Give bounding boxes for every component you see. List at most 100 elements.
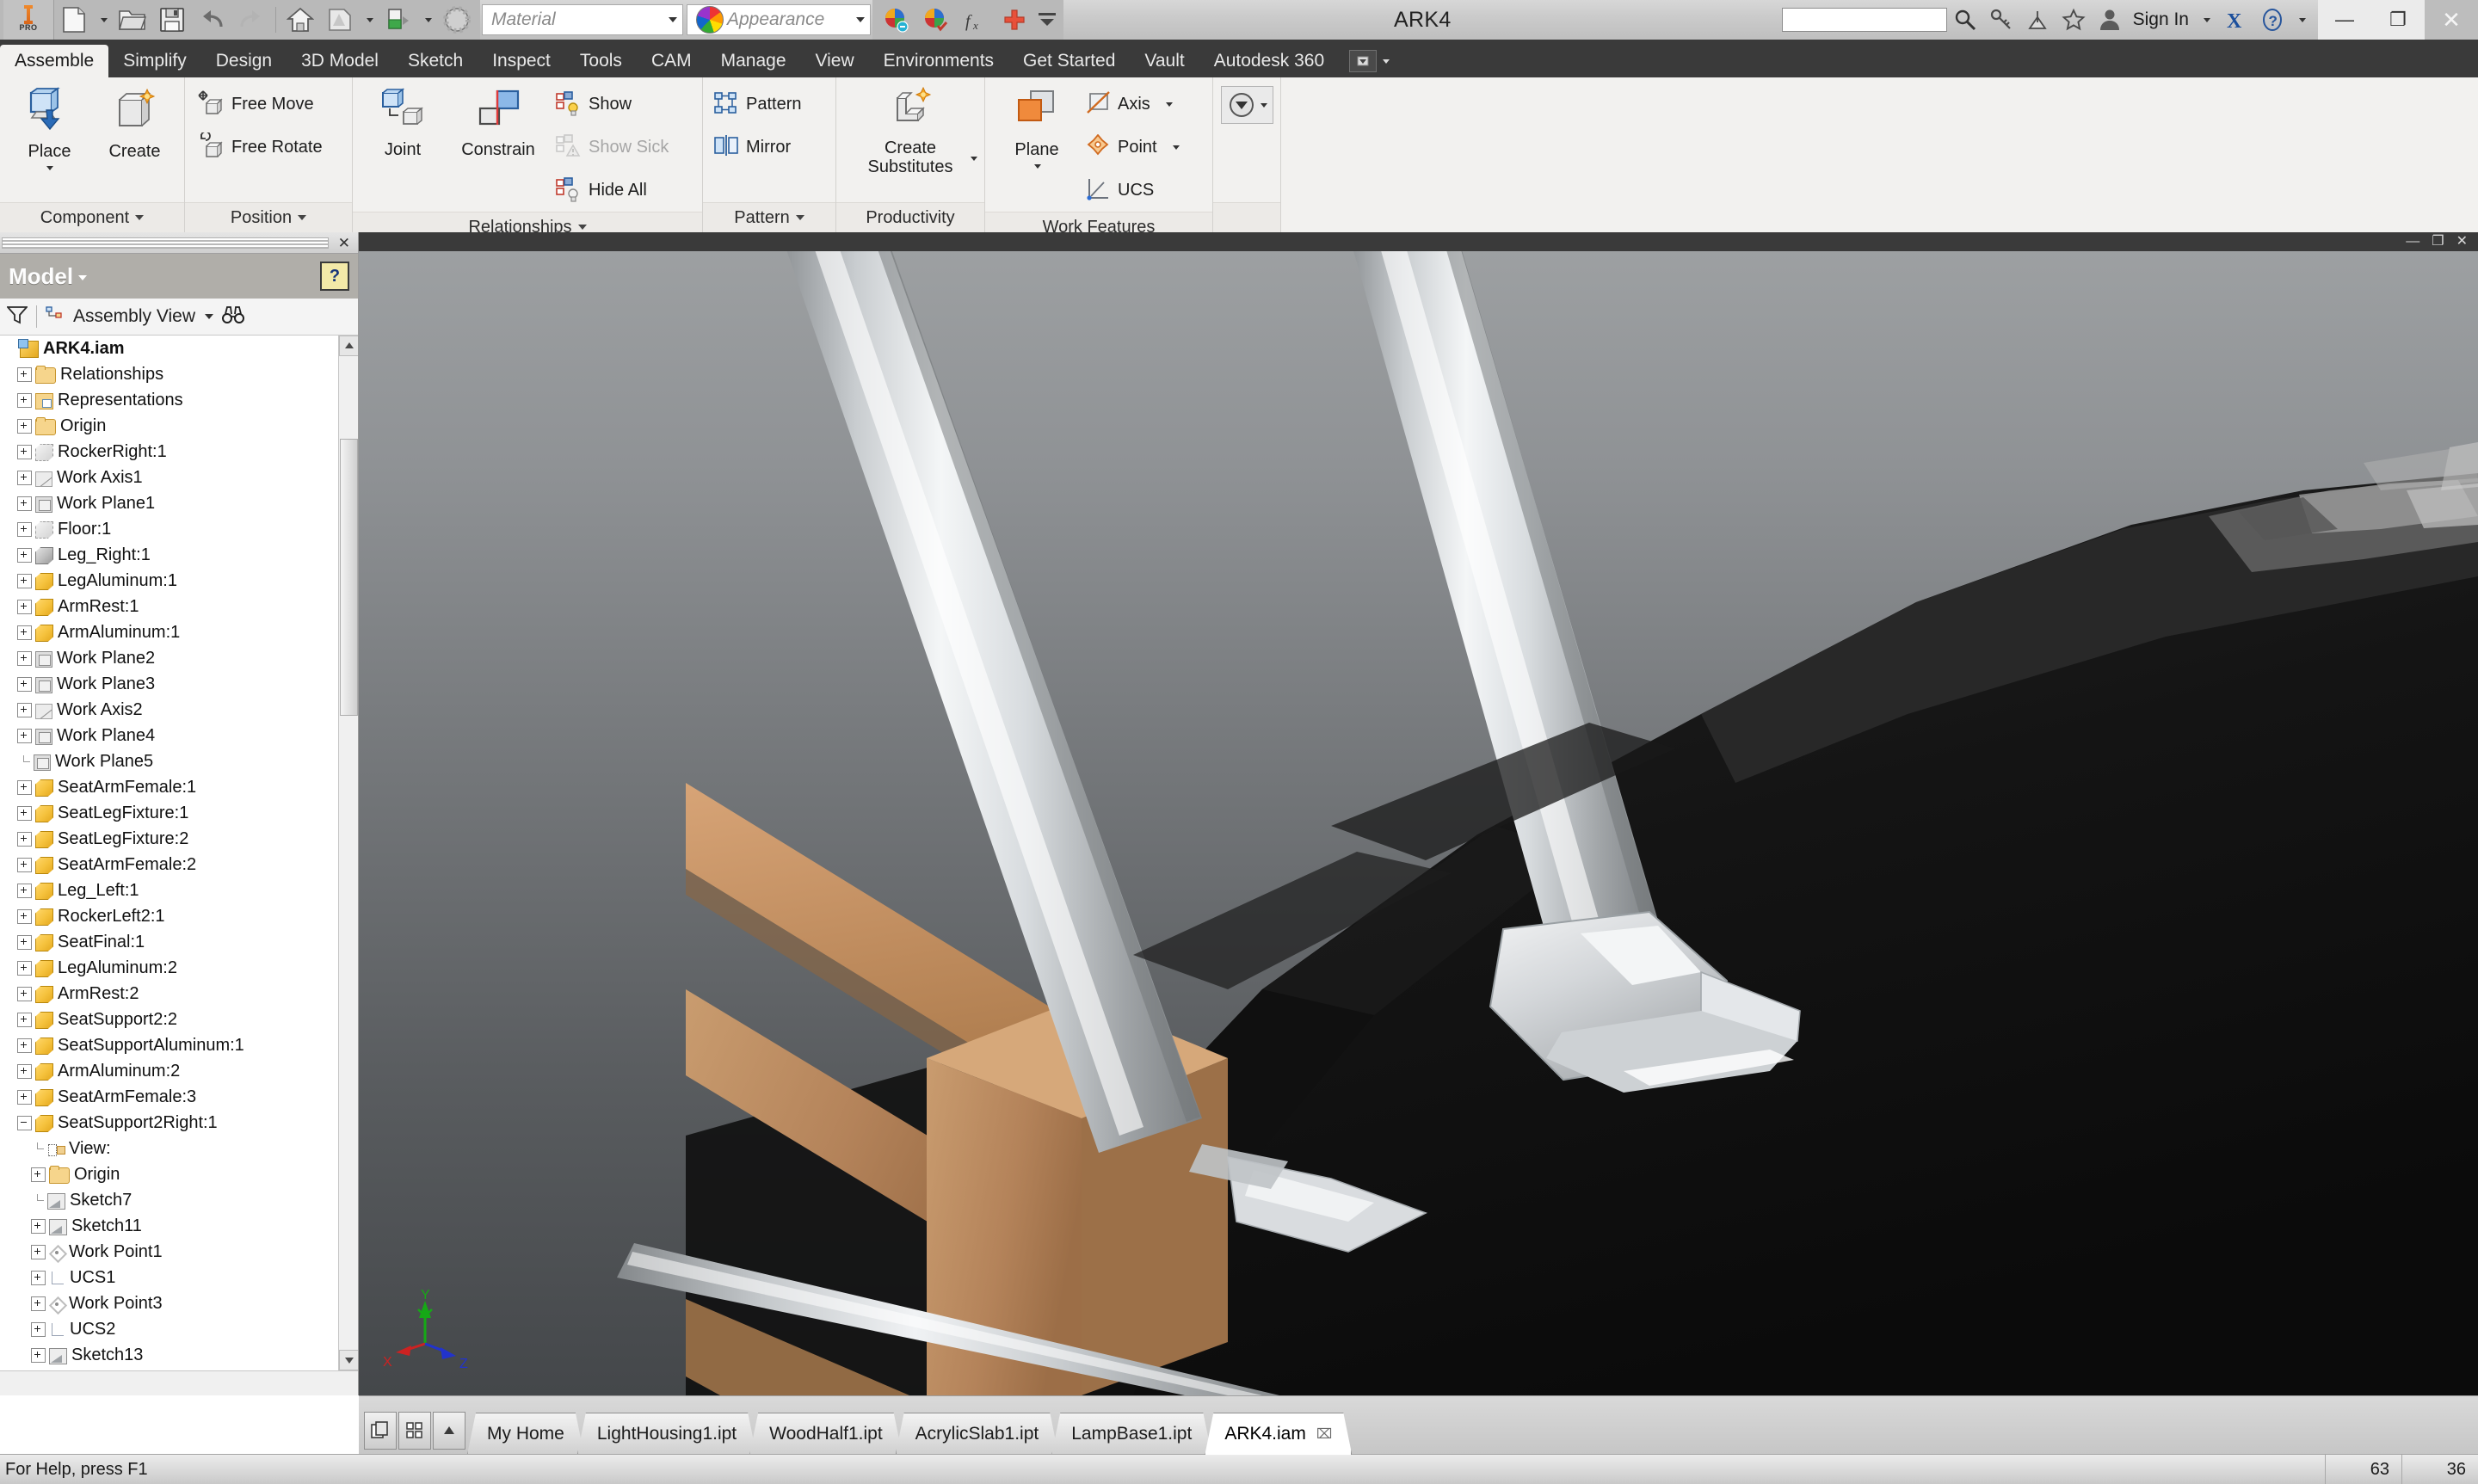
- point-button[interactable]: Point: [1082, 126, 1195, 169]
- expand-icon[interactable]: [17, 392, 32, 408]
- save-icon[interactable]: [152, 3, 192, 37]
- plane-button[interactable]: Plane: [992, 83, 1082, 172]
- tree-item[interactable]: Sketch7: [0, 1187, 358, 1213]
- filter-icon[interactable]: [5, 305, 29, 329]
- tree-item[interactable]: Work Point3: [0, 1290, 358, 1316]
- ribbon-tab-sketch[interactable]: Sketch: [393, 45, 478, 77]
- create-component-button[interactable]: Create: [92, 83, 177, 164]
- key-icon[interactable]: [1983, 1, 2019, 39]
- tree-item[interactable]: RockerLeft2:1: [0, 903, 358, 929]
- tree-item[interactable]: SeatFinal:1: [0, 929, 358, 955]
- user-account-icon[interactable]: [2092, 1, 2128, 39]
- place-component-button[interactable]: Place: [7, 83, 92, 174]
- expand-icon[interactable]: [17, 470, 32, 485]
- tree-item[interactable]: Sketch14: [0, 1368, 358, 1370]
- expand-icon[interactable]: [17, 1089, 32, 1105]
- scroll-down-arrow-icon[interactable]: [339, 1350, 358, 1370]
- expand-icon[interactable]: [17, 805, 32, 821]
- ribbon-tab-autodesk-360[interactable]: Autodesk 360: [1199, 45, 1339, 77]
- scroll-up-arrow-icon[interactable]: [339, 336, 358, 356]
- ribbon-tab-overflow[interactable]: [1339, 45, 1400, 77]
- document-tab-woodhalf1-ipt[interactable]: WoodHalf1.ipt: [749, 1413, 903, 1455]
- tree-vertical-scrollbar[interactable]: [338, 336, 358, 1370]
- ribbon-tab-manage[interactable]: Manage: [706, 45, 801, 77]
- tree-item[interactable]: Work Plane1: [0, 490, 358, 516]
- search-icon[interactable]: [1947, 1, 1983, 39]
- tree-item[interactable]: Origin: [0, 1161, 358, 1187]
- show-sick-button[interactable]: Show Sick: [551, 126, 690, 169]
- panel-title-position[interactable]: Position: [185, 202, 352, 232]
- expand-icon[interactable]: [31, 1244, 46, 1259]
- fx-icon[interactable]: fx: [955, 3, 995, 37]
- appearance-combo[interactable]: Appearance: [687, 4, 871, 35]
- create-substitutes-button[interactable]: Create Substitutes: [843, 83, 977, 180]
- redo-icon[interactable]: [231, 3, 271, 37]
- free-rotate-button[interactable]: Free Rotate: [192, 126, 331, 169]
- update-dropdown[interactable]: [418, 3, 437, 37]
- tile-windows-icon[interactable]: [364, 1412, 397, 1450]
- expand-icon[interactable]: [17, 573, 32, 588]
- tree-item[interactable]: SeatArmFemale:1: [0, 774, 358, 800]
- pattern-button[interactable]: Pattern: [710, 83, 823, 126]
- axis-button[interactable]: Axis: [1082, 83, 1195, 126]
- expand-icon[interactable]: [17, 934, 32, 950]
- hide-all-button[interactable]: Hide All: [551, 169, 690, 212]
- browser-drag-grip[interactable]: [2, 237, 329, 249]
- tree-item[interactable]: Relationships: [0, 361, 358, 387]
- graphics-viewport[interactable]: — ❐ ✕ Y X Z: [359, 232, 2478, 1395]
- expand-icon[interactable]: [17, 857, 32, 872]
- expand-icon[interactable]: [17, 1038, 32, 1053]
- ucs-button[interactable]: UCS: [1082, 169, 1195, 212]
- expand-icon[interactable]: [17, 418, 32, 434]
- document-tab-lampbase1-ipt[interactable]: LampBase1.ipt: [1051, 1413, 1211, 1455]
- expand-icon[interactable]: [17, 986, 32, 1001]
- expand-icon[interactable]: [17, 883, 32, 898]
- tree-item[interactable]: Work Plane4: [0, 723, 358, 748]
- tree-item[interactable]: Leg_Left:1: [0, 877, 358, 903]
- update-icon[interactable]: [379, 3, 418, 37]
- chevron-down-icon[interactable]: [78, 275, 88, 280]
- expand-icon[interactable]: [17, 1012, 32, 1027]
- undo-icon[interactable]: [192, 3, 231, 37]
- tree-item[interactable]: SeatSupportAluminum:1: [0, 1032, 358, 1058]
- ribbon-tab-simplify[interactable]: Simplify: [108, 45, 201, 77]
- expand-icon[interactable]: [31, 1347, 46, 1363]
- tree-item[interactable]: Work Axis2: [0, 697, 358, 723]
- tree-item[interactable]: SeatSupport2Right:1: [0, 1110, 358, 1136]
- restore-button[interactable]: ❐: [2371, 0, 2425, 40]
- browser-view-mode-label[interactable]: Assembly View: [73, 306, 195, 327]
- binoculars-icon[interactable]: [222, 305, 244, 329]
- sign-in-button[interactable]: Sign In: [2128, 9, 2194, 30]
- tree-item[interactable]: SeatArmFemale:3: [0, 1084, 358, 1110]
- tree-horizontal-scrollbar[interactable]: [0, 1370, 358, 1395]
- tree-item[interactable]: UCS1: [0, 1265, 358, 1290]
- material-sphere-icon[interactable]: [437, 3, 477, 37]
- constrain-button[interactable]: Constrain: [446, 83, 551, 163]
- expand-icon[interactable]: [17, 831, 32, 847]
- panel-title-pattern[interactable]: Pattern: [703, 202, 835, 232]
- viewport-close-button[interactable]: ✕: [2456, 235, 2468, 249]
- tree-item[interactable]: Work Point1: [0, 1239, 358, 1265]
- ribbon-tab-view[interactable]: View: [801, 45, 869, 77]
- ribbon-tab-get-started[interactable]: Get Started: [1008, 45, 1130, 77]
- tree-item[interactable]: Sketch11: [0, 1213, 358, 1239]
- joint-button[interactable]: Joint: [360, 83, 446, 163]
- tree-item[interactable]: ArmRest:2: [0, 981, 358, 1007]
- tree-item[interactable]: Work Axis1: [0, 465, 358, 490]
- scroll-up-icon[interactable]: [433, 1412, 465, 1450]
- satellite-icon[interactable]: [2019, 1, 2056, 39]
- tree-item[interactable]: Work Plane3: [0, 671, 358, 697]
- mirror-button[interactable]: Mirror: [710, 126, 823, 169]
- expand-icon[interactable]: [17, 779, 32, 795]
- tree-item[interactable]: ArmRest:1: [0, 594, 358, 619]
- expand-icon[interactable]: [17, 702, 32, 717]
- expand-icon[interactable]: [31, 1296, 46, 1311]
- ribbon-tab-inspect[interactable]: Inspect: [478, 45, 565, 77]
- scrollbar-thumb[interactable]: [340, 439, 358, 716]
- tree-item[interactable]: Representations: [0, 387, 358, 413]
- expand-icon[interactable]: [17, 676, 32, 692]
- viewport-minimize-button[interactable]: —: [2406, 235, 2419, 249]
- show-relationships-button[interactable]: Show: [551, 83, 690, 126]
- sign-in-dropdown[interactable]: [2194, 1, 2218, 39]
- help-dropdown[interactable]: [2290, 1, 2313, 39]
